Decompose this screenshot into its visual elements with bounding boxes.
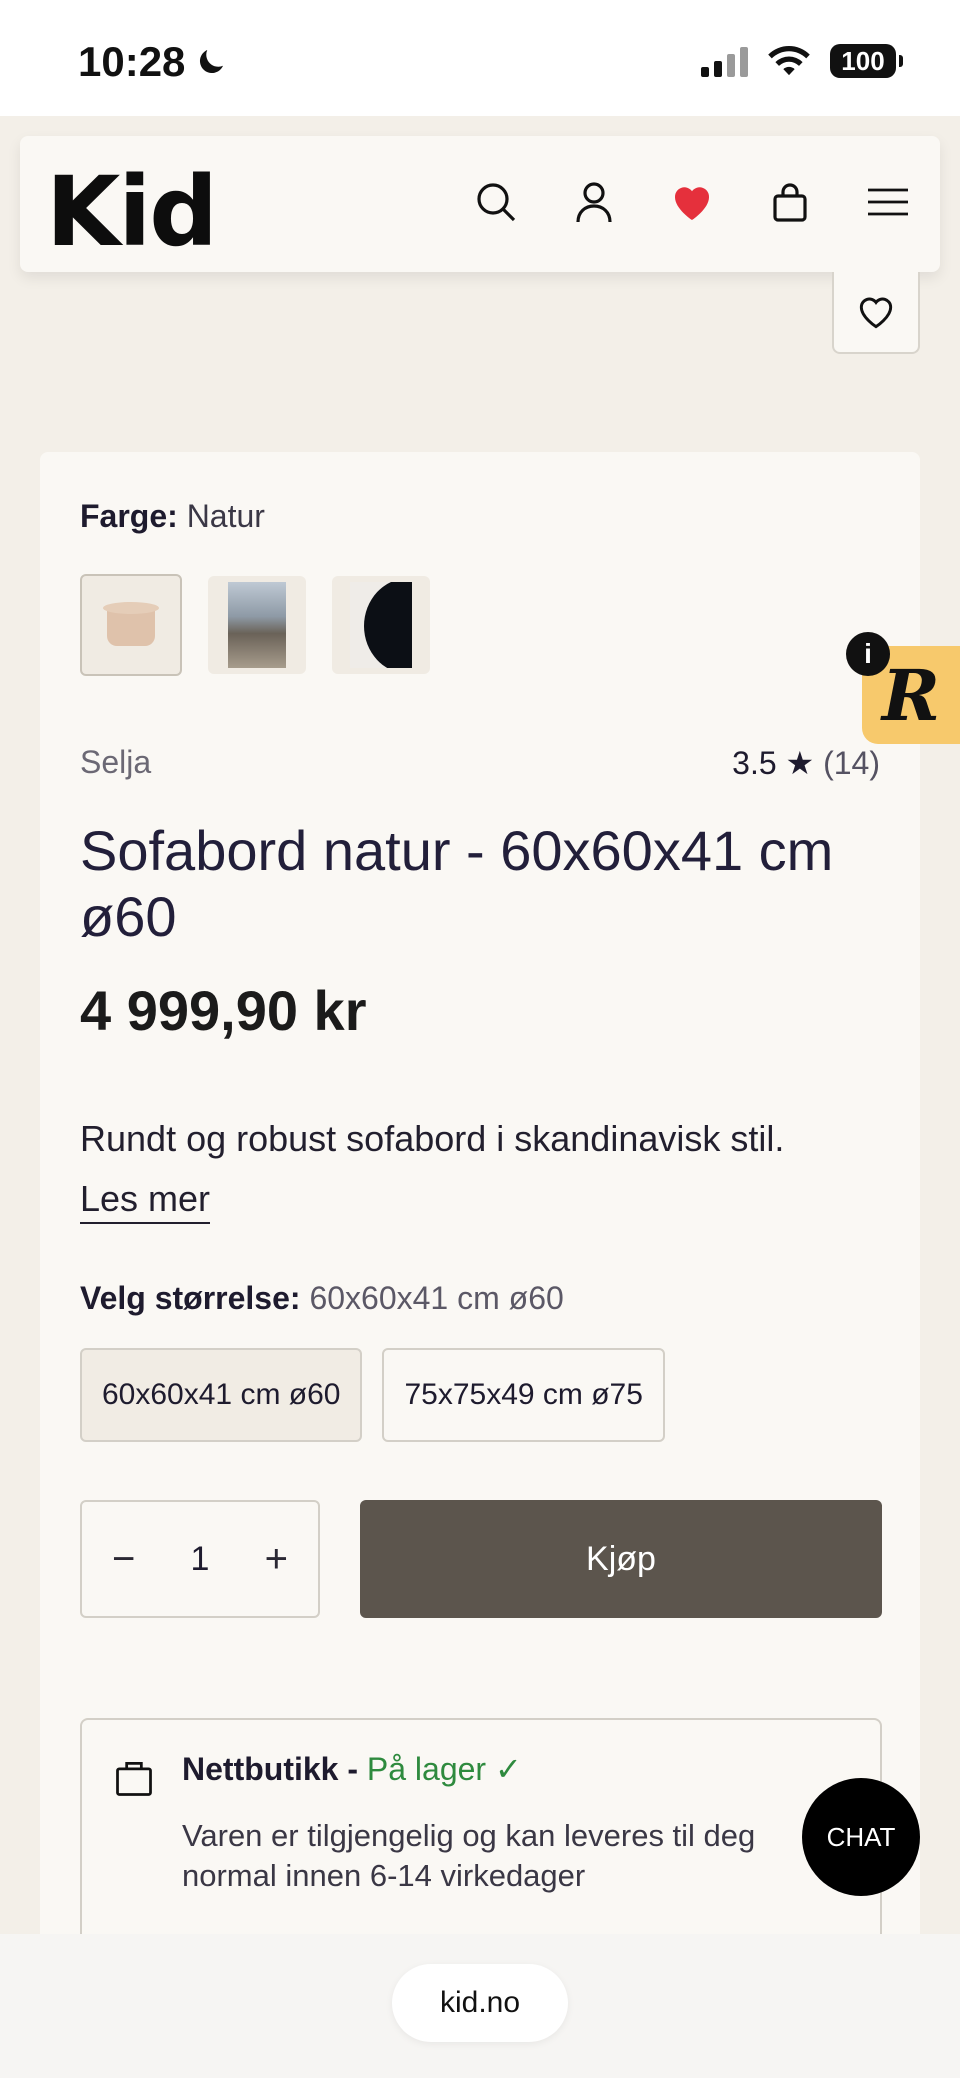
- size-value: 60x60x41 cm ø60: [309, 1280, 564, 1316]
- store-bag-icon: [116, 1761, 152, 1796]
- size-label: Velg størrelse:: [80, 1280, 301, 1316]
- header-icons: [472, 178, 912, 226]
- stock-text: Varen er tilgjengelig og kan leveres til…: [182, 1818, 756, 1893]
- status-bar: 10:28 100: [0, 0, 960, 116]
- product-title: Sofabord natur - 60x60x41 cm ø60: [80, 819, 834, 948]
- stock-title: Nettbutikk - På lager ✓: [182, 1750, 522, 1788]
- moon-icon: [200, 50, 224, 74]
- time-text: 10:28: [78, 38, 186, 85]
- color-swatches: [80, 574, 430, 676]
- menu-icon[interactable]: [864, 178, 912, 226]
- info-icon[interactable]: i: [846, 632, 890, 676]
- heart-icon[interactable]: [668, 178, 716, 226]
- heart-outline-icon: [859, 297, 893, 329]
- buy-button[interactable]: Kjøp: [360, 1500, 882, 1618]
- logo[interactable]: Kid: [46, 156, 218, 268]
- size-options: 60x60x41 cm ø60 75x75x49 cm ø75: [80, 1348, 665, 1442]
- site-header: Kid: [20, 136, 940, 272]
- swatch-natur[interactable]: [80, 574, 182, 676]
- size-option-60[interactable]: 60x60x41 cm ø60: [80, 1348, 363, 1442]
- rating-value: 3.5: [732, 745, 777, 781]
- product-description: Rundt og robust sofabord i skandinavisk …: [80, 1118, 785, 1159]
- swatch-room[interactable]: [208, 576, 306, 674]
- status-icons: 100: [701, 44, 903, 78]
- stock-channel: Nettbutikk -: [182, 1751, 367, 1787]
- chat-button[interactable]: CHAT: [802, 1778, 920, 1896]
- color-value: Natur: [186, 498, 265, 534]
- star-icon: ★: [785, 745, 815, 781]
- color-label: Farge:: [80, 498, 178, 534]
- user-icon[interactable]: [570, 178, 618, 226]
- wifi-icon: [768, 46, 810, 76]
- stock-status: På lager ✓: [366, 1751, 522, 1787]
- size-option-75[interactable]: 75x75x49 cm ø75: [382, 1348, 665, 1442]
- search-icon[interactable]: [472, 178, 520, 226]
- brand-name[interactable]: Selja: [80, 744, 151, 781]
- rating[interactable]: 3.5 ★ (14): [732, 744, 880, 782]
- black-table-thumbnail: [350, 582, 412, 668]
- quantity-value[interactable]: 1: [191, 1540, 210, 1579]
- bag-icon[interactable]: [766, 178, 814, 226]
- browser-bottom-bar: kid.no: [0, 1934, 960, 2078]
- review-count: (14): [823, 745, 880, 781]
- decrement-button[interactable]: −: [112, 1537, 135, 1582]
- quantity-stepper: − 1 +: [80, 1500, 320, 1618]
- wishlist-button[interactable]: [832, 272, 920, 354]
- stock-info: Nettbutikk - På lager ✓ Varen er tilgjen…: [80, 1718, 882, 1958]
- product-card: Farge: Natur Selja 3.5 ★ (14) Sofabord n…: [40, 452, 920, 2078]
- table-thumbnail: [103, 602, 159, 648]
- status-time: 10:28: [78, 38, 229, 86]
- battery-icon: 100: [830, 44, 903, 78]
- size-line: Velg størrelse: 60x60x41 cm ø60: [80, 1280, 564, 1317]
- increment-button[interactable]: +: [265, 1537, 288, 1582]
- room-thumbnail: [228, 582, 286, 668]
- signal-icon: [701, 45, 748, 77]
- swatch-black[interactable]: [332, 576, 430, 674]
- product-price: 4 999,90 kr: [80, 979, 367, 1042]
- color-line: Farge: Natur: [80, 498, 265, 535]
- read-more-link[interactable]: Les mer: [80, 1178, 211, 1224]
- url-bar[interactable]: kid.no: [392, 1964, 568, 2042]
